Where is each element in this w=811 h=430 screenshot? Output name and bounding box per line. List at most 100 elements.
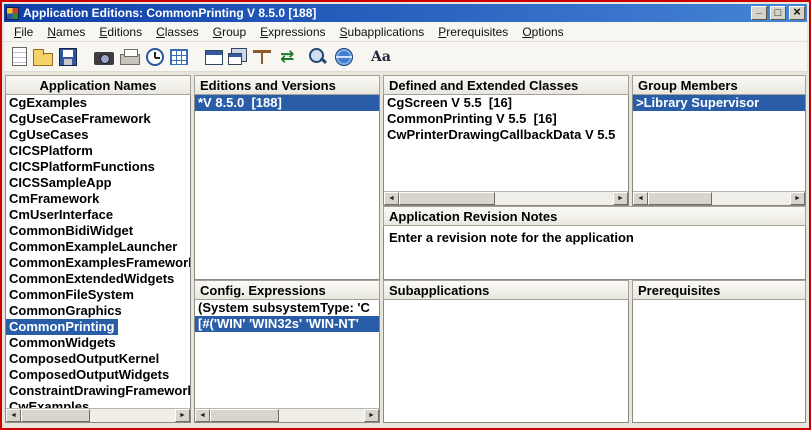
- menu-subapplications[interactable]: Subapplications: [333, 23, 432, 41]
- class-item[interactable]: CwPrinterDrawingCallbackData V 5.5: [384, 127, 628, 143]
- scales-icon[interactable]: [251, 46, 273, 68]
- maximize-button[interactable]: [770, 6, 786, 20]
- application-name-item[interactable]: CommonExtendedWidgets: [6, 271, 190, 287]
- config-expression-item[interactable]: (System subsystemType: 'C: [195, 300, 379, 316]
- defined-classes-list[interactable]: CgScreen V 5.5 [16] CommonPrinting V 5.5 …: [384, 95, 628, 191]
- application-name-item[interactable]: CgExamples: [6, 95, 190, 111]
- camera-icon[interactable]: [94, 51, 114, 65]
- config-expression-item[interactable]: [#('WIN' 'WIN32s' 'WIN-NT': [195, 316, 379, 332]
- printer-icon[interactable]: [120, 49, 140, 65]
- group-members-pane: Group Members >Library Supervisor: [632, 75, 806, 206]
- scroll-right-arrow[interactable]: [175, 409, 190, 422]
- scroll-left-arrow[interactable]: [6, 409, 21, 422]
- scroll-track[interactable]: [648, 192, 790, 205]
- menu-editions[interactable]: Editions: [92, 23, 149, 41]
- application-name-item[interactable]: CICSPlatform: [6, 143, 190, 159]
- class-item[interactable]: CgScreen V 5.5 [16]: [384, 95, 628, 111]
- scroll-track[interactable]: [210, 409, 364, 422]
- titlebar[interactable]: Application Editions: CommonPrinting V 8…: [4, 4, 807, 22]
- application-name-item[interactable]: CwExamples: [6, 399, 190, 408]
- menu-prerequisites[interactable]: Prerequisites: [431, 23, 515, 41]
- close-button[interactable]: [789, 6, 805, 20]
- open-icon[interactable]: [33, 48, 53, 66]
- grid-icon[interactable]: [170, 49, 188, 65]
- revision-notes-header: Application Revision Notes: [383, 206, 806, 226]
- scroll-thumb[interactable]: [399, 192, 496, 205]
- horizontal-scrollbar[interactable]: [195, 408, 379, 422]
- application-name-item[interactable]: ComposedOutputKernel: [6, 351, 190, 367]
- application-name-item[interactable]: CommonPrinting: [6, 319, 119, 335]
- scroll-right-arrow[interactable]: [613, 192, 628, 205]
- scroll-left-arrow[interactable]: [195, 409, 210, 422]
- scroll-thumb[interactable]: [210, 409, 280, 422]
- application-name-item[interactable]: CommonWidgets: [6, 335, 190, 351]
- editions-list[interactable]: *V 8.5.0 [188]: [195, 95, 379, 279]
- window-title: Application Editions: CommonPrinting V 8…: [23, 6, 317, 20]
- main-area: Application Names CgExamples CgUseCaseFra…: [4, 72, 807, 423]
- scroll-left-arrow[interactable]: [384, 192, 399, 205]
- application-name-item[interactable]: CommonBidiWidget: [6, 223, 190, 239]
- group-members-header: Group Members: [632, 75, 806, 95]
- application-name-item[interactable]: CICSSampleApp: [6, 175, 190, 191]
- application-name-item[interactable]: CgUseCaseFramework: [6, 111, 190, 127]
- search-icon[interactable]: [307, 46, 329, 68]
- defined-classes-pane: Defined and Extended Classes CgScreen V …: [383, 75, 629, 206]
- edition-item[interactable]: *V 8.5.0 [188]: [195, 95, 379, 111]
- scroll-thumb[interactable]: [648, 192, 712, 205]
- clock-icon[interactable]: [146, 47, 164, 66]
- application-names-header: Application Names: [5, 75, 191, 95]
- menu-classes[interactable]: Classes: [149, 23, 206, 41]
- group-members-list[interactable]: >Library Supervisor: [633, 95, 805, 191]
- horizontal-scrollbar[interactable]: [633, 191, 805, 205]
- prerequisites-body: [632, 300, 806, 423]
- menu-names[interactable]: Names: [40, 23, 92, 41]
- new-icon[interactable]: [12, 46, 27, 66]
- refresh-icon[interactable]: [279, 46, 301, 68]
- application-name-item[interactable]: CommonGraphics: [6, 303, 190, 319]
- application-name-item[interactable]: CICSPlatformFunctions: [6, 159, 190, 175]
- cascade-icon[interactable]: [228, 52, 242, 65]
- prerequisites-list[interactable]: [633, 300, 805, 422]
- defined-classes-body: CgScreen V 5.5 [16] CommonPrinting V 5.5 …: [383, 95, 629, 206]
- application-name-item[interactable]: CmFramework: [6, 191, 190, 207]
- save-icon[interactable]: [59, 47, 77, 66]
- menu-options[interactable]: Options: [515, 23, 570, 41]
- revision-notes-text[interactable]: Enter a revision note for the applicatio…: [383, 226, 806, 280]
- application-names-list[interactable]: CgExamples CgUseCaseFramework CgUseCases CI…: [6, 95, 190, 408]
- scroll-thumb[interactable]: [21, 409, 91, 422]
- minimize-button[interactable]: [751, 6, 767, 20]
- prerequisites-pane: Prerequisites: [632, 280, 806, 423]
- menu-file[interactable]: File: [7, 23, 40, 41]
- scroll-left-arrow[interactable]: [633, 192, 648, 205]
- subapplications-header: Subapplications: [383, 280, 629, 300]
- subapplications-body: [383, 300, 629, 423]
- application-name-item[interactable]: CommonExampleLauncher: [6, 239, 190, 255]
- app-icon: [6, 6, 19, 20]
- subapplications-list[interactable]: [384, 300, 628, 422]
- group-member-item[interactable]: >Library Supervisor: [633, 95, 805, 111]
- font-icon[interactable]: [370, 46, 392, 68]
- scroll-track[interactable]: [399, 192, 613, 205]
- window-icon[interactable]: [205, 49, 223, 65]
- application-name-item[interactable]: CommonFileSystem: [6, 287, 190, 303]
- application-name-item[interactable]: ConstraintDrawingFramework: [6, 383, 190, 399]
- scroll-track[interactable]: [21, 409, 175, 422]
- menu-group[interactable]: Group: [206, 23, 253, 41]
- editions-body: *V 8.5.0 [188]: [194, 95, 380, 280]
- toolbar: [4, 42, 807, 72]
- scroll-right-arrow[interactable]: [364, 409, 379, 422]
- application-name-item[interactable]: CgUseCases: [6, 127, 190, 143]
- revision-notes-pane: Application Revision Notes Enter a revis…: [383, 206, 806, 280]
- globe-icon[interactable]: [335, 47, 353, 66]
- class-item[interactable]: CommonPrinting V 5.5 [16]: [384, 111, 628, 127]
- horizontal-scrollbar[interactable]: [6, 408, 190, 422]
- config-expressions-header: Config. Expressions: [194, 280, 380, 300]
- config-expressions-list[interactable]: (System subsystemType: 'C [#('WIN' 'WIN32…: [195, 300, 379, 408]
- scroll-right-arrow[interactable]: [790, 192, 805, 205]
- application-name-item[interactable]: CmUserInterface: [6, 207, 190, 223]
- application-name-item[interactable]: CommonExamplesFramework: [6, 255, 190, 271]
- horizontal-scrollbar[interactable]: [384, 191, 628, 205]
- menu-expressions[interactable]: Expressions: [253, 23, 332, 41]
- right-columns: Defined and Extended Classes CgScreen V …: [383, 75, 806, 423]
- application-name-item[interactable]: ComposedOutputWidgets: [6, 367, 190, 383]
